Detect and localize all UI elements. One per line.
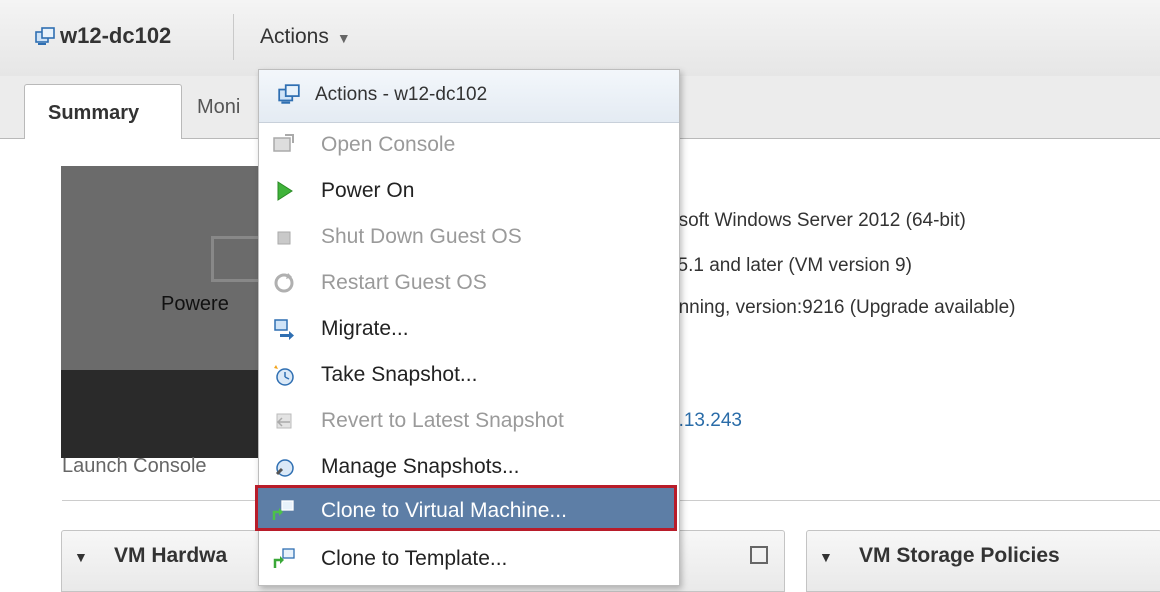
menu-item-label: Migrate... (321, 317, 409, 340)
restart-icon (274, 273, 294, 293)
object-header: w12-dc102 Actions ▼ (0, 0, 1160, 77)
menu-header: Actions - w12-dc102 (259, 70, 679, 123)
vm-name: w12-dc102 (60, 23, 172, 48)
revert-icon (276, 413, 292, 429)
menu-item-take-snapshot[interactable]: Take Snapshot... (259, 352, 679, 398)
menu-item-label: Open Console (321, 133, 456, 156)
vm-storage-policies-label: VM Storage Policies (859, 544, 1060, 567)
migrate-icon (274, 319, 294, 340)
monitor-icon (211, 236, 262, 282)
collapse-arrow-icon[interactable]: ▼ (74, 549, 88, 565)
console-thumbnail[interactable]: Powere (61, 166, 262, 458)
maximize-icon[interactable] (750, 546, 768, 564)
menu-item-shut-down-guest-os[interactable]: Shut Down Guest OS (259, 214, 679, 260)
menu-item-label: Power On (321, 179, 415, 202)
vm-hardware-label: VM Hardwa (114, 544, 228, 567)
stop-icon (277, 231, 291, 245)
menu-item-label: Manage Snapshots... (321, 455, 520, 478)
vm-title: w12-dc102 (30, 23, 171, 49)
clone-template-icon (273, 548, 295, 568)
menu-item-clone-to-template[interactable]: Clone to Template... (259, 536, 679, 582)
vm-icon (278, 84, 300, 104)
menu-item-open-console[interactable]: Open Console (259, 122, 679, 168)
menu-item-label: Clone to Template... (321, 547, 508, 570)
menu-title: Actions - w12-dc102 (315, 84, 488, 105)
console-icon (273, 134, 294, 152)
tab-monitor-label: Moni (197, 96, 241, 118)
menu-item-label: Shut Down Guest OS (321, 225, 522, 248)
actions-dropdown-menu: Actions - w12-dc102 Open Console Power O… (255, 69, 680, 586)
menu-item-migrate[interactable]: Migrate... (259, 306, 679, 352)
guest-os-value: osoft Windows Server 2012 (64-bit) (668, 210, 966, 231)
menu-item-restart-guest-os[interactable]: Restart Guest OS (259, 260, 679, 306)
menu-item-label: Clone to Virtual Machine... (321, 499, 567, 522)
menu-item-manage-snapshots[interactable]: Manage Snapshots... (259, 444, 679, 490)
menu-item-clone-to-virtual-machine[interactable]: Clone to Virtual Machine... (255, 485, 677, 531)
tab-monitor[interactable]: Moni (197, 96, 240, 150)
snapshot-icon (274, 365, 294, 386)
menu-item-power-on[interactable]: Power On (259, 168, 679, 214)
manage-snapshots-icon (275, 459, 294, 477)
power-status-text: Powere (161, 293, 229, 315)
collapse-arrow-icon[interactable]: ▼ (819, 549, 833, 565)
tab-summary[interactable]: Summary (24, 84, 182, 139)
header-divider (233, 14, 234, 60)
chevron-down-icon: ▼ (336, 30, 351, 46)
tab-summary-label: Summary (48, 102, 140, 124)
console-bottom-bar (61, 370, 261, 458)
launch-console-link[interactable]: Launch Console (62, 455, 207, 478)
menu-item-revert-to-latest-snapshot[interactable]: Revert to Latest Snapshot (259, 398, 679, 444)
vm-icon (35, 27, 55, 45)
vm-storage-policies-panel[interactable]: ▼ VM Storage Policies (806, 530, 1160, 592)
clone-vm-icon (272, 500, 294, 520)
menu-item-label: Restart Guest OS (321, 271, 487, 294)
actions-label: Actions (260, 25, 329, 48)
menu-item-label: Take Snapshot... (321, 363, 478, 386)
play-icon (277, 181, 293, 201)
menu-item-label: Revert to Latest Snapshot (321, 409, 564, 432)
vmware-tools-value: unning, version:9216 (Upgrade available) (668, 297, 1016, 318)
actions-menu-button[interactable]: Actions ▼ (260, 25, 351, 49)
compatibility-value: i 5.1 and later (VM version 9) (668, 255, 912, 276)
